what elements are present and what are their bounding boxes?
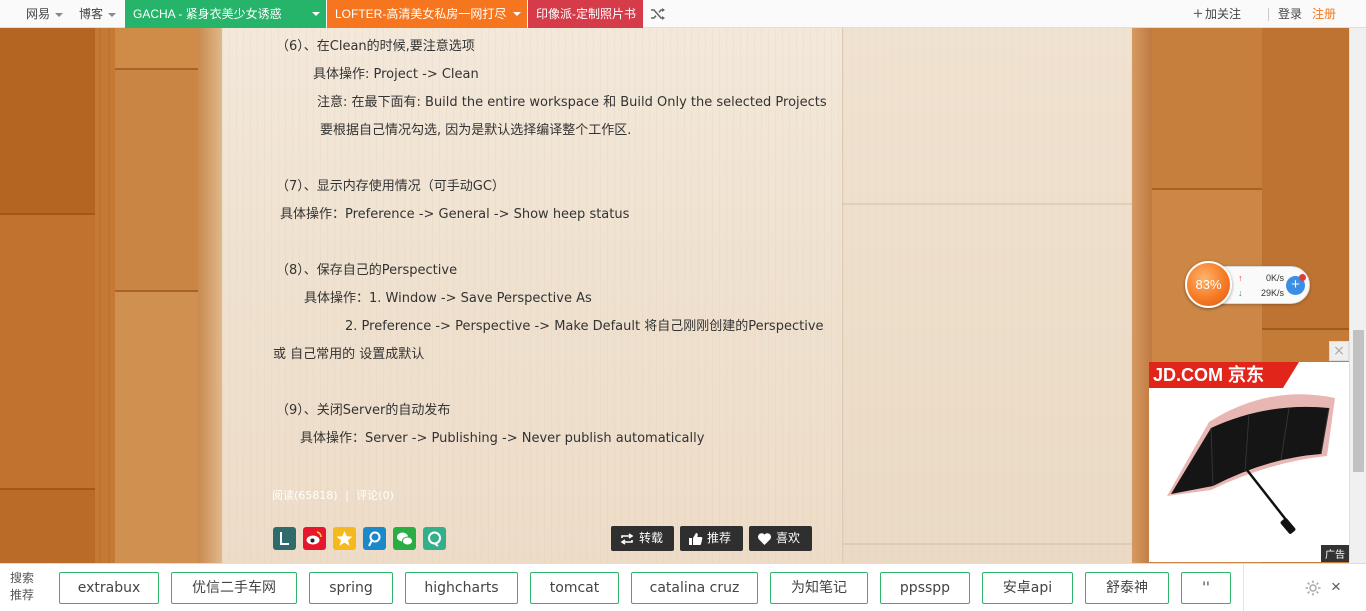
netease-label: 网易	[26, 7, 51, 21]
heart-icon	[757, 532, 772, 545]
download-speed-value: 29K/s	[1260, 288, 1284, 298]
login-link[interactable]: 登录	[1278, 0, 1302, 28]
upload-speed: ↑ 0K/s	[1238, 273, 1286, 283]
blog-menu[interactable]: 博客	[75, 0, 120, 28]
recommend-label: 推荐	[707, 531, 732, 545]
lofter-icon[interactable]	[273, 527, 296, 550]
like-label: 喜欢	[776, 531, 801, 545]
arrow-up-icon: ↑	[1238, 273, 1243, 283]
promo-label: 印像派-定制照片书	[536, 7, 636, 21]
search-tag[interactable]: tomcat	[530, 572, 619, 604]
article-line: 或 自己常用的 设置成默认	[273, 347, 425, 362]
article-line: 具体操作：1. Window -> Save Perspective As	[304, 291, 592, 306]
divider	[1268, 8, 1269, 21]
notification-dot	[1299, 274, 1306, 281]
upload-speed-value: 0K/s	[1265, 273, 1284, 283]
search-tag[interactable]: 安卓api	[982, 572, 1073, 604]
promo-link-lofter[interactable]: LOFTER-高清美女私房一网打尽	[327, 0, 527, 28]
scrollbar-thumb[interactable]	[1353, 330, 1364, 472]
chevron-down-icon	[108, 12, 117, 17]
ad-close-button[interactable]: ×	[1329, 341, 1349, 361]
search-tag[interactable]: spring	[309, 572, 393, 604]
netease-menu[interactable]: 网易	[22, 0, 67, 28]
search-tag[interactable]: extrabux	[59, 572, 159, 604]
recommend-button[interactable]: 推荐	[680, 526, 743, 551]
wood-background-left	[0, 28, 222, 563]
follow-label: 加关注	[1204, 7, 1241, 21]
promo-link-photobook[interactable]: 印像派-定制照片书	[528, 0, 643, 28]
wechat-icon[interactable]	[393, 527, 416, 550]
close-icon[interactable]: ×	[1331, 577, 1341, 597]
top-navigation-bar: 网易 博客 GACHA - 紧身衣美少女诱惑 LOFTER-高清美女私房一网打尽…	[0, 0, 1366, 28]
repost-button[interactable]: 转载	[611, 526, 674, 551]
article-line: （8）、保存自己的Perspective	[276, 263, 458, 278]
umbrella-image	[1167, 394, 1335, 534]
repost-label: 转载	[639, 531, 664, 545]
weibo-icon[interactable]	[303, 527, 326, 550]
memory-usage-ball[interactable]: 83%	[1185, 261, 1232, 308]
article-line: 2. Preference -> Perspective -> Make Def…	[345, 319, 824, 334]
article-line: （9）、关闭Server的自动发布	[276, 403, 451, 418]
side-panel	[842, 28, 1132, 563]
register-link[interactable]: 注册	[1312, 0, 1336, 28]
search-recommend-label: 搜索推荐	[10, 571, 35, 602]
search-tag[interactable]: ''	[1181, 572, 1231, 604]
promo-link-gacha[interactable]: GACHA - 紧身衣美少女诱惑	[125, 0, 326, 28]
search-tag[interactable]: 优信二手车网	[171, 572, 297, 604]
promo-label: GACHA - 紧身衣美少女诱惑	[133, 7, 282, 21]
search-tag[interactable]: ppsspp	[880, 572, 970, 604]
chevron-down-icon	[312, 12, 320, 16]
article-line: 具体操作：Preference -> General -> Show heep …	[280, 207, 630, 222]
article-line: 要根据自己情况勾选, 因为是默认选择编译整个工作区.	[320, 123, 632, 138]
promo-label: LOFTER-高清美女私房一网打尽	[335, 7, 507, 21]
chevron-down-icon	[513, 12, 521, 16]
divider	[1243, 564, 1244, 611]
gear-icon[interactable]	[1304, 579, 1322, 597]
ad-tag: 广告	[1321, 545, 1349, 562]
yixin-icon[interactable]	[423, 527, 446, 550]
search-tag[interactable]: highcharts	[405, 572, 518, 604]
qzone-icon[interactable]	[333, 527, 356, 550]
article-meta: 阅读(65818) | 评论(0)	[272, 487, 394, 503]
like-button[interactable]: 喜欢	[749, 526, 812, 551]
article-line: （6）、在Clean的时候,要注意选项	[276, 39, 475, 54]
renren-icon[interactable]	[363, 527, 386, 550]
article-line: 注意: 在最下面有: Build the entire workspace 和 …	[317, 95, 827, 110]
search-recommend-bar: 搜索推荐 extrabux 优信二手车网 spring highcharts t…	[0, 563, 1366, 611]
search-tag[interactable]: catalina cruz	[631, 572, 758, 604]
search-tag[interactable]: 舒泰神	[1085, 572, 1169, 604]
shuffle-icon[interactable]	[650, 6, 666, 22]
arrow-down-icon: ↓	[1238, 288, 1243, 298]
scrollbar[interactable]	[1349, 28, 1366, 563]
chevron-down-icon	[55, 12, 64, 17]
article-line: （7）、显示内存使用情况（可手动GC）	[276, 179, 505, 194]
search-tag[interactable]: 为知笔记	[770, 572, 868, 604]
repost-icon	[620, 532, 634, 545]
jd-ad[interactable]: JD.COM 京东 广告	[1149, 362, 1349, 562]
meta-separator: |	[345, 489, 349, 502]
read-count-link[interactable]: 阅读(65818)	[272, 489, 338, 502]
comment-count-link[interactable]: 评论(0)	[356, 489, 394, 502]
article-line: 具体操作：Server -> Publishing -> Never publi…	[300, 431, 705, 446]
plus-icon: +	[1193, 4, 1203, 23]
thumbs-up-icon	[689, 532, 703, 545]
article-line: 具体操作: Project -> Clean	[313, 67, 479, 82]
download-speed: ↓ 29K/s	[1238, 288, 1286, 298]
blog-label: 博客	[79, 7, 104, 21]
follow-button[interactable]: + 加关注	[1193, 0, 1241, 28]
